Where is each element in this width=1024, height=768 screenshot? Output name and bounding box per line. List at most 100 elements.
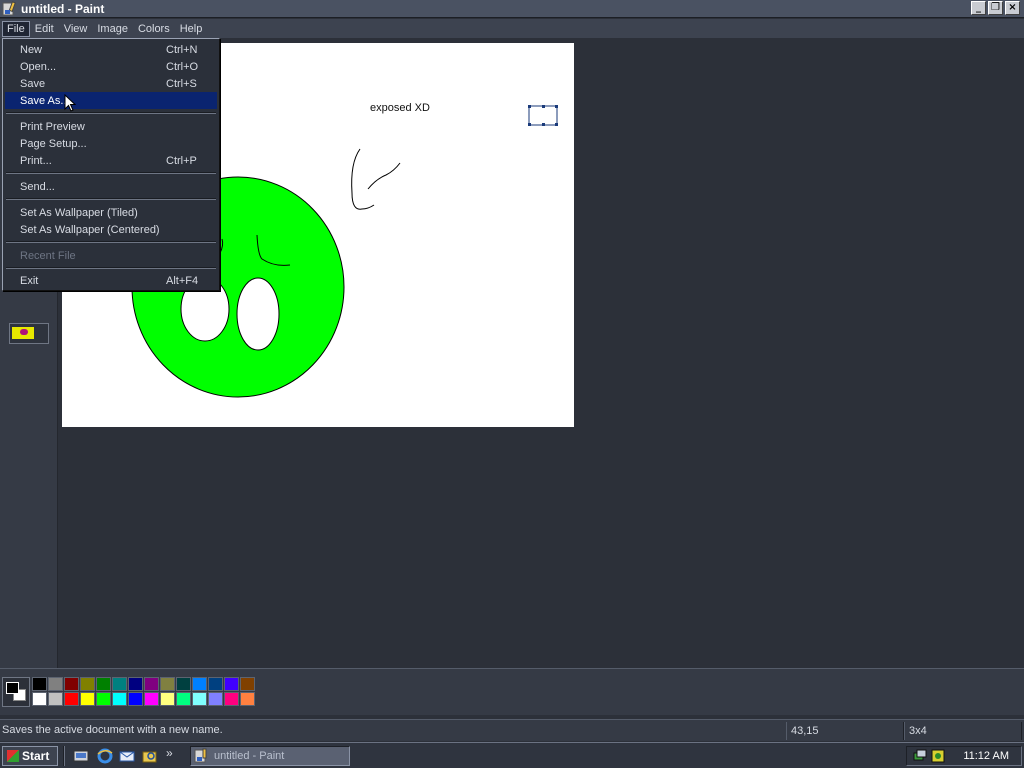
color-swatch[interactable] [240, 677, 255, 691]
scribble-line-2 [367, 162, 401, 190]
menu-edit[interactable]: Edit [30, 21, 59, 37]
color-swatch[interactable] [64, 692, 79, 706]
menu-item-save-as[interactable]: Save As... [5, 92, 217, 109]
taskbar-button-label: untitled - Paint [214, 750, 285, 762]
tool-options-box[interactable] [9, 323, 49, 344]
menu-bar: File Edit View Image Colors Help [0, 19, 1024, 38]
menu-item-label: Exit [20, 274, 39, 287]
color-swatch[interactable] [128, 692, 143, 706]
right-eye-shape [236, 277, 280, 351]
foreground-color [6, 682, 19, 694]
status-coordinates: 43,15 [786, 722, 904, 740]
paint-app-icon[interactable] [2, 0, 18, 17]
menu-item-open[interactable]: Open... Ctrl+O [5, 58, 217, 75]
color-swatch[interactable] [144, 692, 159, 706]
menu-view[interactable]: View [59, 21, 93, 37]
quick-launch-more-chevron[interactable]: » [166, 746, 173, 760]
title-bar: untitled - Paint _ ❐ × [0, 0, 1024, 18]
menu-help[interactable]: Help [175, 21, 208, 37]
color-swatch[interactable] [208, 692, 223, 706]
current-colors-indicator[interactable] [2, 677, 30, 707]
outlook-express-icon[interactable] [118, 747, 136, 765]
color-swatch[interactable] [160, 677, 175, 691]
color-swatch[interactable] [224, 692, 239, 706]
start-label: Start [22, 749, 50, 763]
menu-item-label: Send... [20, 180, 55, 193]
color-swatch[interactable] [112, 677, 127, 691]
color-swatch[interactable] [96, 692, 111, 706]
color-swatch[interactable] [224, 677, 239, 691]
menu-separator [6, 112, 216, 114]
menu-item-label: New [20, 43, 43, 56]
color-swatch[interactable] [80, 692, 95, 706]
menu-file[interactable]: File [2, 20, 30, 37]
color-swatch[interactable] [32, 692, 47, 706]
color-swatch[interactable] [192, 692, 207, 706]
file-menu-dropdown: New Ctrl+N Open... Ctrl+O Save Ctrl+S Save … [2, 38, 220, 291]
menu-item-label: Recent File [20, 249, 76, 262]
color-swatch[interactable] [64, 677, 79, 691]
windows-explorer-icon[interactable] [141, 747, 159, 765]
color-swatch[interactable] [176, 677, 191, 691]
minimize-button[interactable]: _ [971, 1, 986, 15]
menu-item-label: Open... [20, 60, 57, 73]
menu-item-recent-file: Recent File [5, 247, 217, 264]
menu-item-label: Print Preview [20, 120, 85, 133]
menu-separator [6, 241, 216, 243]
selection-rectangle [528, 105, 558, 126]
color-swatch[interactable] [48, 692, 63, 706]
network-tray-icon[interactable] [913, 749, 927, 763]
color-swatch[interactable] [192, 677, 207, 691]
status-selection-size: 3x4 [904, 722, 1022, 740]
menu-image[interactable]: Image [92, 21, 133, 37]
color-swatch[interactable] [80, 677, 95, 691]
system-tray: 11:12 AM [906, 746, 1022, 766]
menu-item-save[interactable]: Save Ctrl+S [5, 75, 217, 92]
menu-colors[interactable]: Colors [133, 21, 175, 37]
menu-separator [6, 198, 216, 200]
canvas-text: exposed XD [370, 102, 430, 114]
menu-item-shortcut: Ctrl+P [166, 154, 197, 167]
taskbar: Start » untitled - Paint 11:12 AM [0, 742, 1024, 768]
menu-item-label: Set As Wallpaper (Centered) [20, 223, 160, 236]
menu-item-label: Set As Wallpaper (Tiled) [20, 206, 138, 219]
color-swatch[interactable] [176, 692, 191, 706]
color-swatch[interactable] [240, 692, 255, 706]
menu-item-wallpaper-tiled[interactable]: Set As Wallpaper (Tiled) [5, 204, 217, 221]
menu-separator [6, 172, 216, 174]
menu-separator [6, 267, 216, 269]
show-desktop-icon[interactable] [72, 747, 90, 765]
taskbar-clock[interactable]: 11:12 AM [963, 750, 1009, 762]
color-swatch[interactable] [208, 677, 223, 691]
menu-item-wallpaper-centered[interactable]: Set As Wallpaper (Centered) [5, 221, 217, 238]
menu-item-new[interactable]: New Ctrl+N [5, 41, 217, 58]
menu-item-shortcut: Ctrl+N [166, 43, 198, 56]
menu-item-label: Print... [20, 154, 52, 167]
color-swatch[interactable] [48, 677, 63, 691]
color-swatch[interactable] [160, 692, 175, 706]
mouse-cursor-icon [64, 94, 76, 112]
tool-option-brush-icon [20, 329, 28, 335]
menu-item-page-setup[interactable]: Page Setup... [5, 135, 217, 152]
menu-item-exit[interactable]: Exit Alt+F4 [5, 272, 217, 289]
menu-item-send[interactable]: Send... [5, 178, 217, 195]
restore-button[interactable]: ❐ [988, 1, 1003, 15]
windows-logo-icon [7, 750, 19, 762]
close-button[interactable]: × [1005, 1, 1020, 15]
menu-item-label: Save [20, 77, 46, 90]
internet-explorer-icon[interactable] [96, 747, 114, 765]
color-swatch[interactable] [128, 677, 143, 691]
quick-launch-separator [63, 746, 65, 766]
menu-item-print[interactable]: Print... Ctrl+P [5, 152, 217, 169]
color-swatch[interactable] [32, 677, 47, 691]
menu-item-print-preview[interactable]: Print Preview [5, 118, 217, 135]
security-tray-icon[interactable] [931, 749, 945, 763]
color-swatch[interactable] [96, 677, 111, 691]
color-swatch[interactable] [112, 692, 127, 706]
color-swatches [32, 677, 255, 706]
menu-item-shortcut: Ctrl+O [166, 60, 199, 73]
taskbar-button-paint[interactable]: untitled - Paint [190, 746, 350, 766]
start-button[interactable]: Start [2, 746, 58, 766]
scribble-line-1 [351, 148, 375, 210]
color-swatch[interactable] [144, 677, 159, 691]
